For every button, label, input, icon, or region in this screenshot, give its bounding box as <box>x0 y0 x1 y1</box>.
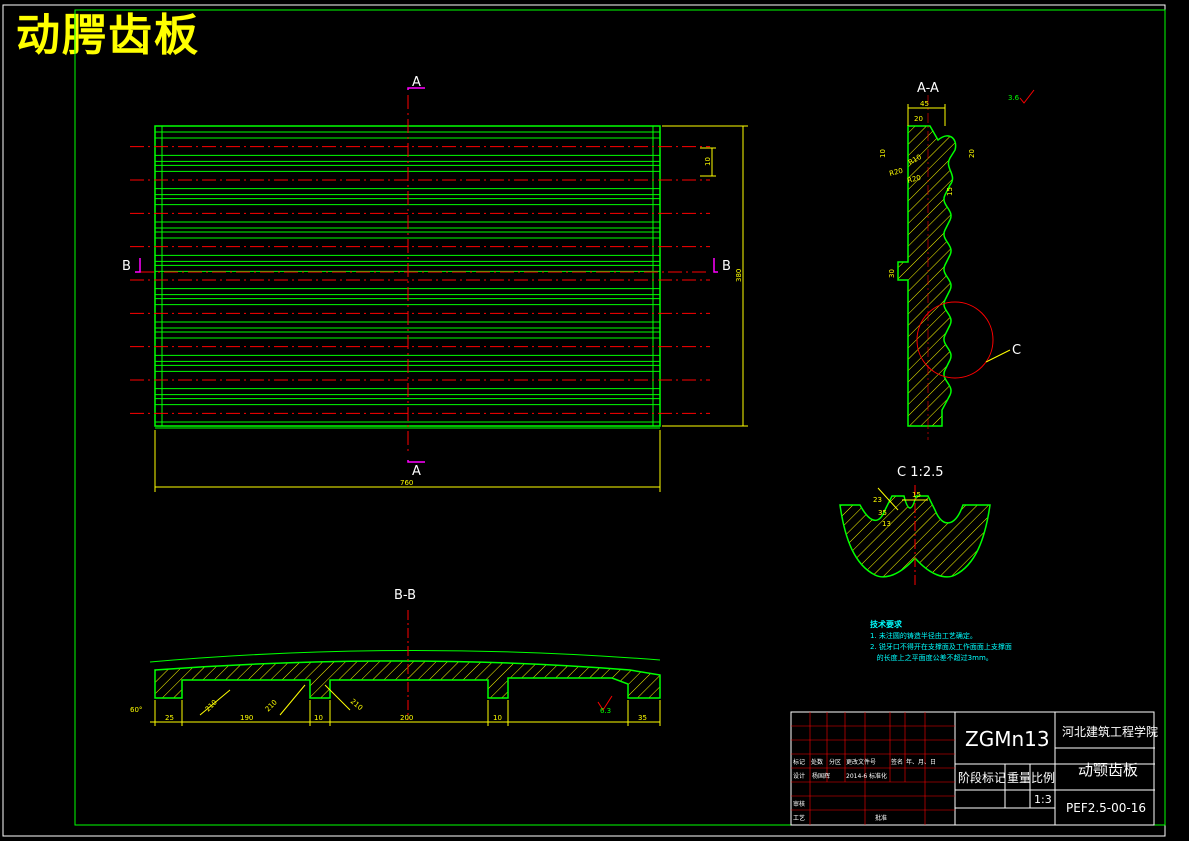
tb-designer: 杨国辉 <box>812 772 830 780</box>
detail-c-label: C 1:2.5 <box>897 465 944 480</box>
notes-item-3: 的长度上之平面度公差不超过3mm。 <box>870 653 993 662</box>
tb-scale: 1:3 <box>1034 793 1052 806</box>
front-dim-pitch: 10 <box>704 157 712 166</box>
groove-lines <box>130 131 710 429</box>
front-section-label-left: B <box>122 259 131 274</box>
notes-item-2: 2. 锐牙口不得开在支撑面及工作面面上支撑面 <box>870 642 1012 651</box>
section-bb-dim-10-a: 10 <box>314 714 323 722</box>
detail-c-view <box>839 485 991 585</box>
roughness-symbol <box>1019 89 1035 104</box>
tb-approve-label: 批准 <box>875 814 887 822</box>
front-view <box>130 87 748 492</box>
section-bb-dim-200: 200 <box>400 714 413 722</box>
notes-heading: 技术要求 <box>870 619 903 629</box>
section-bb-label: B-B <box>394 588 416 603</box>
section-bb-dim-25: 25 <box>165 714 174 722</box>
tb-row-label-change: 更改文件号 <box>846 758 876 766</box>
detail-c-dim-15: 15 <box>912 491 921 499</box>
detail-c-dim-23: 23 <box>873 496 882 504</box>
section-bb-view <box>149 610 661 726</box>
tb-row-label-zone: 分区 <box>829 758 841 766</box>
section-bb-dim-r210-c: 210 <box>349 697 364 712</box>
tb-stage-mark: 阶段标记 <box>958 770 1006 785</box>
section-aa-dim-15: 15 <box>946 187 954 196</box>
section-bb-dim-r210-b: 210 <box>264 698 279 713</box>
cad-drawing: A A B B 760 380 10 A-A 45 20 10 R10 R20 … <box>2 4 1166 837</box>
front-section-label-right: B <box>722 259 731 274</box>
tb-drawing-no: PEF2.5-00-16 <box>1066 801 1146 815</box>
section-aa-dim-20-top: 20 <box>914 115 923 123</box>
tb-weight: 重量 <box>1007 771 1031 785</box>
front-dim-width: 760 <box>400 479 413 487</box>
front-dim-height: 380 <box>735 269 743 282</box>
section-bb-dim-10-b: 10 <box>493 714 502 722</box>
tb-process-label: 工艺 <box>793 814 805 822</box>
section-aa-dim-20-right: 20 <box>968 149 976 158</box>
tb-standard-label: 标准化 <box>869 772 887 780</box>
section-bb-dim-35: 35 <box>638 714 647 722</box>
section-aa-view <box>897 95 1011 440</box>
tb-review-label: 审核 <box>793 800 805 808</box>
section-aa-detail-label: C <box>1012 343 1021 358</box>
section-bb-roughness: 6.3 <box>600 707 611 715</box>
tb-date: 2014-6 <box>846 773 867 780</box>
tb-row-label-sign: 签名 <box>891 758 903 766</box>
notes-item-1: 1. 未注圆的铸造半径由工艺确定。 <box>870 631 977 640</box>
detail-c-dim-35: 35 <box>878 509 887 517</box>
section-aa-dim-r20-a: R20 <box>888 167 903 178</box>
tb-row-label-date: 年、月、日 <box>906 758 936 766</box>
roughness-value: 3.6 <box>1008 94 1020 102</box>
section-aa-label: A-A <box>917 81 939 96</box>
tb-scale-label: 比例 <box>1031 771 1055 785</box>
tb-designer-label: 设计 <box>793 772 805 780</box>
detail-c-dim-13: 13 <box>882 520 891 528</box>
section-aa-dim-10: 10 <box>879 149 887 158</box>
front-section-label-bottom: A <box>412 464 421 479</box>
section-aa-dim-30: 30 <box>888 269 896 278</box>
outer-border <box>2 4 1166 837</box>
tb-material: ZGMn13 <box>965 727 1050 751</box>
tb-part-name: 动颚齿板 <box>1078 761 1138 779</box>
tb-row-label-mark: 标记 <box>793 758 805 766</box>
section-bb-dim-angle: 60° <box>130 706 142 714</box>
tb-school: 河北建筑工程学院 <box>1062 724 1158 739</box>
section-bb-dim-190: 190 <box>240 714 253 722</box>
section-aa-dim-45: 45 <box>920 100 929 108</box>
title-block-small-grid <box>791 712 955 825</box>
tb-row-label-count: 处数 <box>811 758 823 766</box>
front-section-label-top: A <box>412 75 421 90</box>
